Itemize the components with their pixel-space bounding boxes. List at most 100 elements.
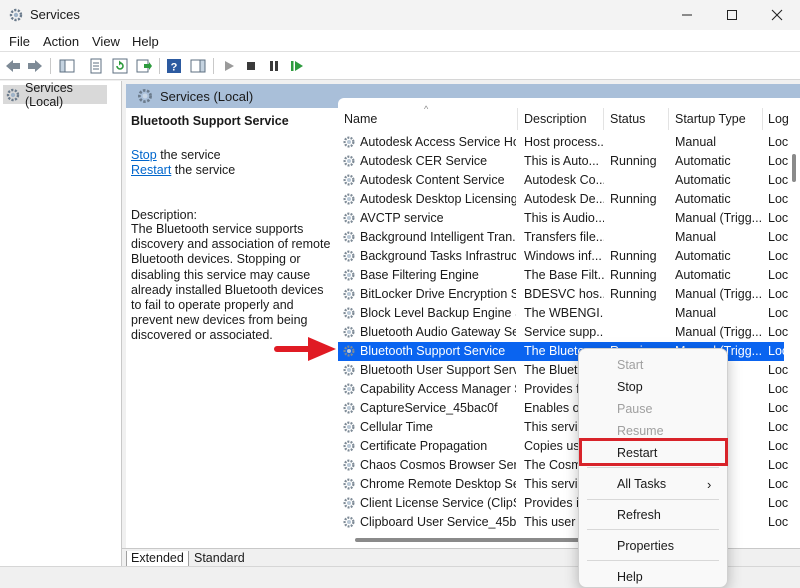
- red-arrow-icon: [272, 336, 338, 365]
- tree-item-services-local[interactable]: Services (Local): [3, 81, 107, 109]
- context-menu-help[interactable]: Help: [617, 570, 643, 584]
- context-menu-stop[interactable]: Stop: [617, 380, 643, 394]
- service-name-cell: Certificate Propagation: [360, 439, 488, 453]
- table-row[interactable]: Block Level Backup Engine S... The WBENGI…: [338, 304, 788, 323]
- context-menu-start: Start: [617, 358, 644, 372]
- service-name-cell: Autodesk Content Service: [360, 173, 505, 187]
- pause-service-icon[interactable]: [264, 56, 284, 76]
- stop-link[interactable]: Stop: [131, 148, 157, 162]
- restart-service-icon[interactable]: [287, 56, 307, 76]
- context-menu-all-tasks[interactable]: All Tasks: [617, 477, 666, 491]
- menu-view[interactable]: View: [92, 34, 120, 49]
- tree-item-label: Services (Local): [25, 80, 73, 109]
- service-name-cell: Autodesk Desktop Licensing...: [360, 192, 516, 206]
- show-hide-console-tree-icon[interactable]: [57, 56, 77, 76]
- column-divider[interactable]: [762, 108, 763, 130]
- restart-action-line: Restart the service: [131, 163, 235, 177]
- chevron-right-icon: ›: [707, 477, 712, 492]
- description-label: Description:: [131, 208, 197, 222]
- column-divider[interactable]: [668, 108, 669, 130]
- close-icon[interactable]: [754, 0, 800, 30]
- service-description-cell: Autodesk De...: [524, 192, 604, 206]
- table-row[interactable]: Autodesk Desktop Licensing... Autodesk De…: [338, 190, 788, 209]
- svg-text:?: ?: [171, 62, 178, 74]
- menu-file[interactable]: File: [9, 34, 30, 49]
- action-pane-icon[interactable]: [188, 56, 208, 76]
- vertical-scrollbar[interactable]: [788, 108, 800, 548]
- context-menu-properties[interactable]: Properties: [617, 539, 674, 553]
- table-row[interactable]: Base Filtering Engine The Base Filt... Run…: [338, 266, 788, 285]
- start-service-icon[interactable]: [219, 56, 239, 76]
- service-startup-type-cell: Manual: [675, 135, 716, 149]
- stop-link-suffix: the service: [156, 148, 221, 162]
- service-startup-type-cell: Manual (Trigg...: [675, 211, 763, 225]
- back-icon[interactable]: [3, 56, 23, 76]
- service-gear-icon: [342, 458, 356, 475]
- table-row[interactable]: Background Tasks Infrastruc... Windows in…: [338, 247, 788, 266]
- table-row[interactable]: Autodesk CER Service This is Auto... Runni…: [338, 152, 788, 171]
- service-name-cell: Capability Access Manager S...: [360, 382, 516, 396]
- context-menu-refresh[interactable]: Refresh: [617, 508, 661, 522]
- context-menu-pause: Pause: [617, 402, 653, 416]
- service-startup-type-cell: Manual (Trigg...: [675, 325, 763, 339]
- tab-extended[interactable]: Extended: [126, 551, 189, 567]
- menu-action[interactable]: Action: [43, 34, 79, 49]
- menu-bar: File Action View Help: [0, 30, 800, 52]
- maximize-icon[interactable]: [709, 0, 755, 30]
- service-status-cell: Running: [610, 192, 657, 206]
- service-status-cell: Running: [610, 287, 657, 301]
- vertical-scroll-thumb[interactable]: [792, 154, 796, 182]
- column-header-startup-type[interactable]: Startup Type: [675, 112, 746, 126]
- column-header-status[interactable]: Status: [610, 112, 645, 126]
- service-name-cell: Chaos Cosmos Browser Servi...: [360, 458, 516, 472]
- title-bar: Services: [0, 0, 800, 30]
- service-gear-icon: [342, 192, 356, 209]
- table-row[interactable]: AVCTP service This is Audio... Manual (Tri…: [338, 209, 788, 228]
- service-gear-icon: [342, 287, 356, 304]
- service-gear-icon: [342, 230, 356, 247]
- service-name-cell: Block Level Backup Engine S...: [360, 306, 516, 320]
- restart-highlight-box: [579, 438, 728, 466]
- service-description-cell: Autodesk Co...: [524, 173, 604, 187]
- service-gear-icon: [342, 477, 356, 494]
- table-row[interactable]: Autodesk Content Service Autodesk Co... Au…: [338, 171, 788, 190]
- minimize-icon[interactable]: [664, 0, 710, 30]
- export-list-icon[interactable]: [134, 56, 154, 76]
- services-app-icon: [8, 7, 24, 26]
- service-description-cell: Windows inf...: [524, 249, 602, 263]
- column-divider[interactable]: [517, 108, 518, 130]
- service-log-on-as-cell: Loc: [768, 211, 788, 225]
- context-menu-separator: [587, 467, 719, 468]
- forward-icon[interactable]: [25, 56, 45, 76]
- service-details-pane: Bluetooth Support Service Stop the servi…: [126, 108, 338, 548]
- service-description-cell: This is Audio...: [524, 211, 604, 225]
- table-row[interactable]: Background Intelligent Tran... Transfers …: [338, 228, 788, 247]
- service-log-on-as-cell: Loc: [768, 325, 788, 339]
- service-name-cell: BitLocker Drive Encryption S...: [360, 287, 516, 301]
- column-divider[interactable]: [603, 108, 604, 130]
- restart-link[interactable]: Restart: [131, 163, 171, 177]
- horizontal-scroll-thumb[interactable]: [355, 538, 580, 542]
- column-header-log-on-as[interactable]: Log: [768, 112, 789, 126]
- refresh-icon[interactable]: [110, 56, 130, 76]
- toolbar: ?: [0, 52, 800, 80]
- toolbar-separator: [213, 58, 214, 74]
- context-menu-separator: [587, 499, 719, 500]
- properties-icon[interactable]: [86, 56, 106, 76]
- help-icon[interactable]: ?: [164, 56, 184, 76]
- tab-standard[interactable]: Standard: [190, 551, 249, 567]
- context-menu-separator: [587, 560, 719, 561]
- service-gear-icon: [342, 135, 356, 152]
- service-log-on-as-cell: Loc: [768, 439, 788, 453]
- column-header-name[interactable]: Name: [344, 112, 377, 126]
- column-header-description[interactable]: Description: [524, 112, 587, 126]
- service-name-cell: Background Tasks Infrastruc...: [360, 249, 516, 263]
- table-row[interactable]: Autodesk Access Service Host Host process…: [338, 133, 788, 152]
- service-log-on-as-cell: Loc: [768, 154, 788, 168]
- service-log-on-as-cell: Loc: [768, 515, 788, 529]
- menu-help[interactable]: Help: [132, 34, 159, 49]
- service-name-cell: Client License Service (ClipSV...: [360, 496, 516, 510]
- table-row[interactable]: Bluetooth Audio Gateway Se... Service sup…: [338, 323, 788, 342]
- stop-service-icon[interactable]: [241, 56, 261, 76]
- table-row[interactable]: BitLocker Drive Encryption S... BDESVC ho…: [338, 285, 788, 304]
